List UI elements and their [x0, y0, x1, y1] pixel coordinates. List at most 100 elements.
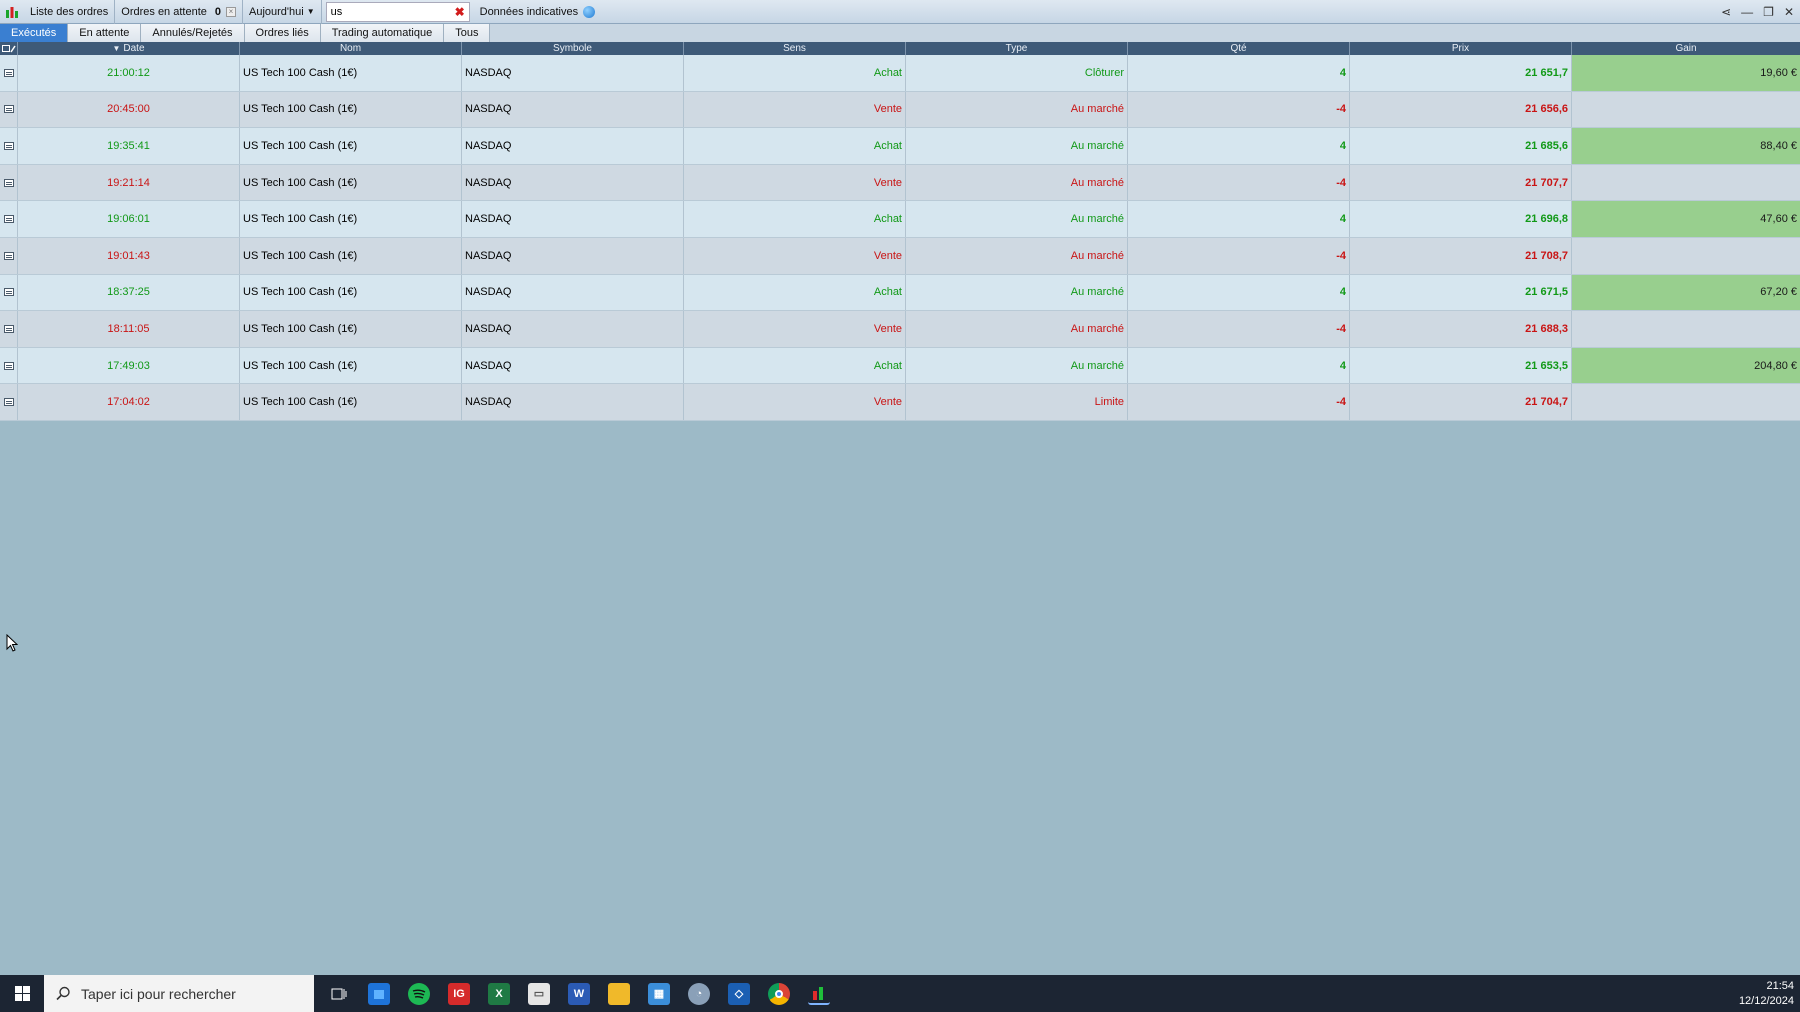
tab-trading-automatique[interactable]: Trading automatique: [320, 24, 445, 42]
files-icon[interactable]: ▭: [528, 982, 550, 1005]
column-header-prix[interactable]: Prix: [1350, 42, 1572, 55]
cell-type: Au marché: [906, 274, 1128, 311]
clear-search-icon[interactable]: ✖: [455, 5, 465, 19]
table-row[interactable]: 21:00:12 US Tech 100 Cash (1€) NASDAQ Achat…: [0, 55, 1800, 92]
column-label: Date: [123, 43, 145, 54]
column-header-sens[interactable]: Sens: [684, 42, 906, 55]
mouse-cursor-icon: [6, 634, 18, 652]
cell-date: 19:06:01: [18, 201, 240, 237]
order-detail-cell[interactable]: [0, 55, 18, 91]
order-detail-icon: [3, 398, 14, 407]
table-row[interactable]: 19:01:43 US Tech 100 Cash (1€) NASDAQ Vente…: [0, 237, 1800, 275]
period-dropdown[interactable]: Aujourd'hui ▼: [243, 0, 322, 24]
windows-start-button[interactable]: [0, 975, 44, 1012]
cell-type: Au marché: [906, 237, 1128, 274]
globe-icon: [583, 5, 596, 18]
tab-executes[interactable]: Exécutés: [0, 24, 69, 42]
column-header-gain[interactable]: Gain: [1572, 42, 1800, 55]
cell-qte: 4: [1128, 128, 1350, 164]
settings-icon[interactable]: [0, 42, 18, 55]
column-header-qte[interactable]: Qté: [1128, 42, 1350, 55]
column-header-type[interactable]: Type: [906, 42, 1128, 55]
search-input[interactable]: [330, 5, 451, 18]
taskbar-search-box[interactable]: Taper ici pour rechercher: [44, 975, 314, 1012]
order-detail-cell[interactable]: [0, 274, 18, 311]
cell-date: 21:00:12: [18, 55, 240, 91]
order-detail-icon: [3, 141, 14, 150]
store-icon[interactable]: [368, 982, 390, 1005]
table-row[interactable]: 19:21:14 US Tech 100 Cash (1€) NASDAQ Vente…: [0, 164, 1800, 202]
indicative-data-label: Données indicatives: [479, 5, 579, 18]
grid-body: 21:00:12 US Tech 100 Cash (1€) NASDAQ Achat…: [0, 55, 1800, 421]
cell-symbole: NASDAQ: [462, 274, 684, 311]
trading-chart-icon[interactable]: [808, 983, 830, 1005]
cell-qte: 4: [1128, 55, 1350, 91]
tab-en-attente[interactable]: En attente: [68, 24, 142, 42]
vscode-icon[interactable]: ◇: [728, 982, 750, 1005]
cell-symbole: NASDAQ: [462, 201, 684, 237]
order-detail-cell[interactable]: [0, 91, 18, 128]
column-label: Prix: [1451, 43, 1470, 54]
column-header-date[interactable]: ▼ Date: [18, 42, 240, 55]
tab-tous[interactable]: Tous: [444, 24, 491, 42]
cell-nom: US Tech 100 Cash (1€): [240, 91, 462, 128]
cell-prix: 21 704,7: [1350, 384, 1572, 420]
cell-symbole: NASDAQ: [462, 237, 684, 274]
chrome-icon[interactable]: [768, 982, 790, 1005]
cell-gain: [1572, 384, 1800, 420]
word-icon[interactable]: W: [568, 982, 590, 1005]
cell-type: Limite: [906, 384, 1128, 420]
table-row[interactable]: 19:06:01 US Tech 100 Cash (1€) NASDAQ Achat…: [0, 201, 1800, 238]
window-controls: ⋖ — ❐ ✕: [1721, 0, 1794, 24]
cell-nom: US Tech 100 Cash (1€): [240, 164, 462, 201]
order-list-tab[interactable]: Liste des ordres: [24, 0, 116, 24]
cell-date: 17:04:02: [18, 384, 240, 420]
table-row[interactable]: 19:35:41 US Tech 100 Cash (1€) NASDAQ Achat…: [0, 128, 1800, 165]
order-detail-cell[interactable]: [0, 201, 18, 237]
clear-pending-icon[interactable]: ×: [226, 6, 236, 17]
paint-icon[interactable]: ◔: [688, 982, 710, 1005]
order-detail-cell[interactable]: [0, 237, 18, 274]
close-icon[interactable]: ✕: [1784, 5, 1794, 19]
pending-orders-tab[interactable]: Ordres en attente 0 ×: [115, 0, 243, 24]
calculator-icon[interactable]: ▦: [648, 982, 670, 1005]
taskbar-clock[interactable]: 21:54 12/12/2024: [1739, 979, 1794, 1009]
table-row[interactable]: 17:04:02 US Tech 100 Cash (1€) NASDAQ Vente…: [0, 384, 1800, 421]
tab-annules-rejetes[interactable]: Annulés/Rejetés: [141, 24, 245, 42]
search-field[interactable]: ✖: [325, 1, 470, 22]
cell-nom: US Tech 100 Cash (1€): [240, 347, 462, 384]
cell-sens: Achat: [684, 128, 906, 164]
table-row[interactable]: 20:45:00 US Tech 100 Cash (1€) NASDAQ Vente…: [0, 91, 1800, 129]
column-label: Nom: [339, 43, 362, 54]
order-detail-cell[interactable]: [0, 311, 18, 347]
ig-icon[interactable]: IG: [448, 982, 470, 1005]
cell-gain: 204,80 €: [1572, 347, 1800, 384]
table-row[interactable]: 17:49:03 US Tech 100 Cash (1€) NASDAQ Achat…: [0, 347, 1800, 385]
orders-grid: ▼ Date Nom Symbole Sens Type Qté Prix Gai…: [0, 42, 1800, 421]
task-view-icon[interactable]: [328, 983, 350, 1005]
cell-prix: 21 688,3: [1350, 311, 1572, 347]
column-header-nom[interactable]: Nom: [240, 42, 462, 55]
excel-icon[interactable]: X: [488, 982, 510, 1005]
order-detail-cell[interactable]: [0, 347, 18, 384]
order-list-label: Liste des ordres: [30, 5, 109, 18]
explorer-icon[interactable]: [608, 982, 630, 1005]
indicative-data-toggle[interactable]: Données indicatives: [474, 0, 601, 24]
cell-qte: -4: [1128, 164, 1350, 201]
cell-prix: 21 696,8: [1350, 201, 1572, 237]
cell-gain: [1572, 165, 1800, 201]
cell-sens: Achat: [684, 55, 906, 91]
share-icon[interactable]: ⋖: [1721, 5, 1731, 19]
minimize-icon[interactable]: —: [1741, 5, 1753, 19]
order-detail-cell[interactable]: [0, 128, 18, 164]
order-detail-cell[interactable]: [0, 164, 18, 201]
table-row[interactable]: 18:11:05 US Tech 100 Cash (1€) NASDAQ Vente…: [0, 311, 1800, 348]
column-header-symbole[interactable]: Symbole: [462, 42, 684, 55]
order-detail-cell[interactable]: [0, 384, 18, 420]
column-label: Symbole: [553, 43, 592, 54]
tab-ordres-lies[interactable]: Ordres liés: [244, 24, 321, 42]
restore-icon[interactable]: ❐: [1763, 5, 1774, 19]
column-label: Type: [1005, 43, 1028, 54]
spotify-icon[interactable]: [408, 982, 430, 1005]
table-row[interactable]: 18:37:25 US Tech 100 Cash (1€) NASDAQ Achat…: [0, 274, 1800, 312]
